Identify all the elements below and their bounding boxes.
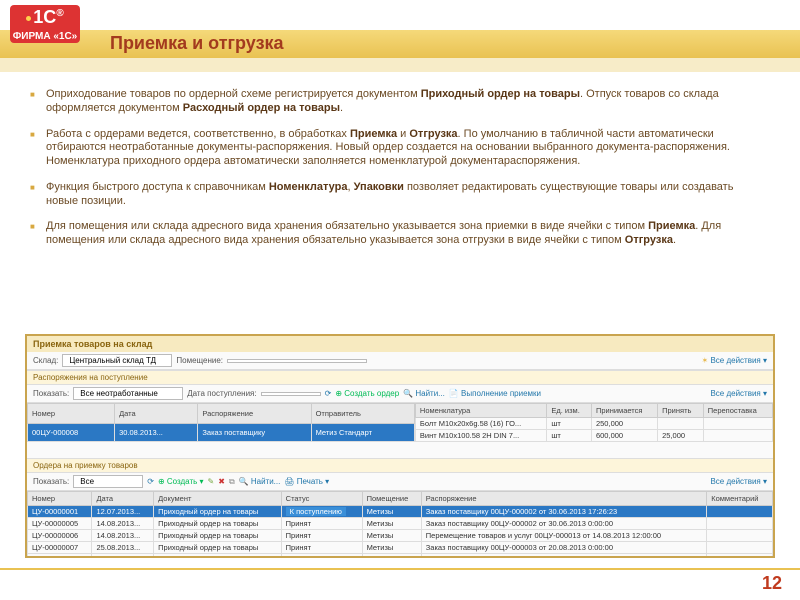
btn-print[interactable]: 🖨 Печать ▾ [284, 477, 329, 486]
edit-icon[interactable]: ✎ [208, 477, 215, 486]
field-sklad[interactable]: Центральный склад ТД [62, 354, 172, 367]
col-header[interactable]: Ед. изм. [547, 404, 592, 418]
copy-icon[interactable]: ⧉ [229, 477, 235, 487]
col-header[interactable]: Комментарий [707, 492, 773, 506]
label-sklad: Склад: [33, 356, 58, 365]
content-body: Оприходование товаров по ордерной схеме … [30, 88, 750, 260]
table-row[interactable]: ЦУ-0000000514.08.2013...Приходный ордер … [28, 518, 773, 530]
col-header[interactable]: Номер [28, 492, 92, 506]
table-row[interactable]: ЦУ-0000000725.08.2013...Приходный ордер … [28, 542, 773, 554]
page-number: 12 [762, 573, 782, 594]
col-header[interactable]: Принимается [591, 404, 657, 418]
btn-exec[interactable]: 📄 Выполнение приемки [449, 389, 541, 398]
delete-icon[interactable]: ✖ [218, 477, 225, 486]
field-pokazat[interactable]: Все неотработанные [73, 387, 183, 400]
label-pokazat: Показать: [33, 389, 69, 398]
footer-line [0, 568, 800, 570]
btn-find[interactable]: 🔍 Найти... [403, 389, 445, 398]
col-header[interactable]: Перепоставка [703, 404, 772, 418]
col-header[interactable]: Дата [115, 404, 198, 424]
col-header[interactable]: Дата [92, 492, 154, 506]
col-header[interactable]: Документ [154, 492, 282, 506]
bullet-item: Для помещения или склада адресного вида … [30, 220, 750, 248]
logo-1c: 1С® ФИРМА «1С» [10, 5, 80, 59]
bullet-item: Оприходование товаров по ордерной схеме … [30, 88, 750, 116]
btn-find-2[interactable]: 🔍 Найти... [239, 477, 281, 486]
slide-title: Приемка и отгрузка [110, 33, 284, 54]
table-row[interactable]: ЦУ-0000000112.07.2013...Приходный ордер … [28, 506, 773, 518]
field-pomesh[interactable] [227, 359, 367, 363]
sc-heading: Приемка товаров на склад [27, 336, 773, 352]
refresh-icon[interactable]: ⟳ [325, 389, 332, 398]
section-rasporyazheniya: Распоряжения на поступление [27, 370, 773, 385]
header-shade [0, 58, 800, 72]
col-header[interactable]: Отправитель [311, 404, 414, 424]
btn-create[interactable]: ⊕ Создать ▾ [158, 477, 204, 486]
col-header[interactable]: Распоряжение [421, 492, 706, 506]
field-pokazat2[interactable]: Все [73, 475, 143, 488]
app-screenshot: Приемка товаров на склад Склад: Централь… [25, 334, 775, 558]
col-header[interactable]: Распоряжение [198, 404, 311, 424]
refresh-icon-2[interactable]: ⟳ [147, 477, 154, 486]
table-row[interactable]: ЦУ-0000000614.08.2013...Приходный ордер … [28, 530, 773, 542]
bullet-item: Работа с ордерами ведется, соответственн… [30, 128, 750, 169]
label-pokazat2: Показать: [33, 477, 69, 486]
col-header[interactable]: Принять [658, 404, 704, 418]
field-data-post[interactable] [261, 392, 321, 396]
col-header[interactable]: Помещение [362, 492, 421, 506]
col-header[interactable]: Статус [281, 492, 362, 506]
table-ordera[interactable]: НомерДатаДокументСтатусПомещениеРаспоряж… [27, 491, 773, 558]
section-ordera: Ордера на приемку товаров [27, 458, 773, 473]
table-nomenklatura[interactable]: НоменклатураЕд. изм.ПринимаетсяПринятьПе… [415, 403, 773, 442]
table-row[interactable]: Винт М10х100.58 2H DIN 7...шт600,00025,0… [415, 430, 772, 442]
link-all-actions-2[interactable]: Все действия ▾ [710, 389, 767, 398]
link-all-actions[interactable]: ✶ Все действия ▾ [702, 356, 768, 365]
col-header[interactable]: Номер [28, 404, 115, 424]
btn-create-order[interactable]: ⊕ Создать ордер [335, 389, 399, 398]
table-row[interactable]: Болт М10х20х6g.58 (16) ГО...шт250,000 [415, 418, 772, 430]
table-rasporyazheniya[interactable]: НомерДатаРаспоряжениеОтправитель00ЦУ-000… [27, 403, 415, 442]
table-row[interactable]: ЦУ-0000000320.08.2013...Приходный ордер … [28, 554, 773, 559]
bullet-item: Функция быстрого доступа к справочникам … [30, 181, 750, 209]
label-pomesh: Помещение: [176, 356, 223, 365]
label-data-post: Дата поступления: [187, 389, 256, 398]
link-all-actions-3[interactable]: Все действия ▾ [710, 477, 767, 486]
col-header[interactable]: Номенклатура [415, 404, 546, 418]
table-row[interactable]: 00ЦУ-00000830.08.2013...Заказ поставщику… [28, 424, 415, 442]
